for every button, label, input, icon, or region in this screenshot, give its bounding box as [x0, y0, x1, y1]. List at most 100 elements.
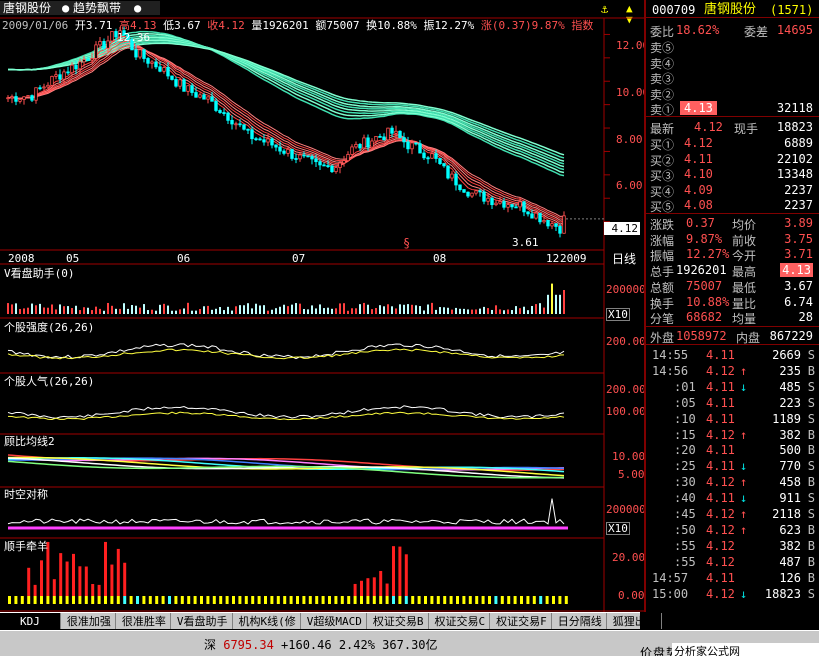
indicator-tab[interactable]: V超级MACD — [301, 613, 367, 629]
volume-bar — [547, 294, 549, 314]
tick-time: :05 — [674, 395, 696, 410]
candle-body — [546, 220, 550, 227]
indicator-tab[interactable]: 狐狸出击 — [607, 613, 662, 629]
hand-value: 18823 — [776, 120, 813, 134]
volume-bar — [427, 304, 429, 314]
volume-bar — [531, 305, 533, 314]
tick-price: 4.12 — [706, 554, 735, 569]
candle-body — [454, 173, 458, 186]
shunshou-base-bar — [78, 596, 82, 604]
volume-bar — [27, 307, 29, 314]
candle-body — [478, 190, 482, 193]
tick-row: :05 4.11 223 S — [650, 395, 817, 412]
candle-body — [414, 142, 418, 145]
volume-bar — [523, 306, 525, 314]
indicator-tab[interactable]: 权证交易B — [367, 613, 429, 629]
stat-row: 振幅 12.27% 今开 3.71 — [650, 246, 817, 263]
tick-time: :40 — [674, 491, 696, 506]
volume-bar — [383, 306, 385, 314]
candle-body — [18, 99, 22, 102]
candle-body — [94, 44, 98, 59]
volume-bar — [431, 302, 433, 314]
candle-body — [214, 100, 218, 111]
shunshou-base-bar — [232, 596, 235, 604]
indicator-tab[interactable]: 权证交易F — [490, 613, 552, 629]
indicator-tab[interactable]: V看盘助手 — [171, 613, 233, 629]
shunshou-base-bar — [302, 596, 306, 604]
period-label[interactable]: 日线 — [612, 253, 636, 265]
sell-row: 卖① 4.13 32118 — [650, 100, 817, 117]
indicator-tab[interactable]: 权证交易C — [429, 613, 491, 629]
volume-bar — [447, 307, 449, 314]
candle-body — [514, 206, 518, 209]
buy-row: 买① 4.12 6889 — [650, 135, 817, 152]
shunshou-base-bar — [84, 596, 88, 604]
shunshou-base-bar — [494, 596, 498, 604]
volume-bar — [187, 302, 189, 314]
volume-bar — [311, 305, 313, 314]
indicator-tab-bar: KDJ 很准加强 很准胜率 V看盘助手 机构K线(修 V超级MACD 权证交易B 权证交易C 权… — [0, 612, 662, 629]
indicator-tab[interactable]: KDJ — [0, 613, 61, 629]
candle-body — [110, 31, 114, 42]
volume-bar — [231, 310, 233, 314]
shunshou-base-bar — [328, 596, 331, 604]
shunshou-base-bar — [513, 596, 517, 604]
buy-row: 买③ 4.10 13348 — [650, 166, 817, 183]
tick-row: :45 4.12 ↑ 2118 S — [650, 506, 817, 523]
shunshou-base-bar — [353, 596, 357, 604]
volume-bar — [343, 303, 345, 314]
up-arrow-icon: ↑ — [740, 522, 748, 537]
buy-volume: 2237 — [784, 182, 813, 197]
buy-price: 4.08 — [684, 198, 713, 213]
candle-body — [498, 201, 502, 204]
indicator-tab[interactable]: 机构K线(修 — [233, 613, 301, 629]
candle-body — [178, 79, 182, 87]
shunshou-base-bar — [507, 596, 511, 604]
panel-title-strength: 个股强度(26,26) — [4, 321, 95, 334]
shunshou-base-bar — [116, 596, 120, 604]
volume-bar — [295, 303, 297, 314]
volume-bar — [191, 310, 193, 314]
buy-volume: 2237 — [784, 198, 813, 213]
indicator-tab[interactable]: 很准加强 — [61, 613, 116, 629]
volume-bar — [563, 290, 565, 314]
stat-value: 28 — [798, 310, 813, 325]
candle-body — [210, 96, 214, 102]
shunshou-base-bar — [315, 596, 319, 604]
candle-body — [30, 95, 34, 101]
shunshou-bar — [104, 541, 107, 596]
divider — [646, 116, 819, 117]
candle-body — [262, 139, 266, 143]
volume-bar — [31, 303, 33, 314]
sell-row: 卖③ — [650, 69, 817, 86]
shunshou-base-bar — [264, 596, 267, 604]
stock-name: 唐钢股份 — [704, 2, 757, 17]
chart-area[interactable] — [0, 0, 644, 612]
tick-price: 4.11 — [706, 395, 735, 410]
volume-bar — [499, 309, 501, 314]
shunshou-bar — [385, 583, 389, 596]
y-tick-8: 8.00 — [616, 133, 643, 146]
volume-bar — [439, 307, 441, 314]
shunshou-base-bar — [488, 596, 491, 604]
shunshou-base-bar — [379, 596, 383, 604]
shunshou-base-bar — [104, 596, 107, 604]
candle-body — [38, 87, 42, 90]
candle-body — [470, 192, 474, 197]
tick-time: 14:55 — [652, 348, 689, 362]
shunshou-base-bar — [424, 596, 427, 604]
panel-tick: 5.00 — [618, 468, 645, 481]
indicator-tab[interactable]: 很准胜率 — [116, 613, 171, 629]
indicator-tab[interactable]: 日分隔线 — [552, 613, 607, 629]
volume-bar — [411, 304, 413, 314]
shunshou-base-bar — [129, 596, 133, 604]
volume-bar — [479, 308, 481, 314]
shunshou-base-bar — [193, 596, 197, 604]
shunshou-base-bar — [59, 596, 63, 604]
candle-body — [286, 148, 290, 154]
candle-body — [234, 123, 238, 126]
shunshou-base-bar — [411, 596, 415, 604]
stat-value: 75007 — [686, 278, 723, 293]
candle-body — [170, 75, 174, 80]
shunshou-base-bar — [14, 596, 18, 604]
